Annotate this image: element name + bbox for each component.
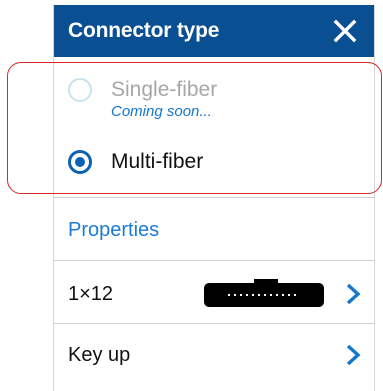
multi-fiber-label: Multi-fiber xyxy=(111,150,204,173)
fiber-count-label: 1×12 xyxy=(68,282,114,305)
mpo-connector-icon xyxy=(204,279,324,307)
section-divider xyxy=(54,197,374,198)
property-row-key[interactable]: Key up xyxy=(54,327,374,383)
close-icon xyxy=(333,19,357,43)
option-single-fiber[interactable]: Single-fiber Coming soon... xyxy=(68,78,217,120)
chevron-right-icon xyxy=(346,344,361,366)
multi-fiber-radio[interactable] xyxy=(68,150,92,174)
properties-title: Properties xyxy=(68,219,160,241)
panel-title: Connector type xyxy=(68,19,220,42)
chevron-right-icon xyxy=(346,283,361,305)
close-button[interactable] xyxy=(332,18,358,44)
connector-type-panel: Connector type Single-fiber Coming soon.… xyxy=(53,5,375,391)
option-multi-fiber[interactable]: Multi-fiber xyxy=(68,150,203,174)
single-fiber-radio[interactable] xyxy=(68,78,92,102)
screen: Connector type Single-fiber Coming soon.… xyxy=(0,0,383,391)
key-orientation-label: Key up xyxy=(68,343,131,366)
multi-fiber-text: Multi-fiber xyxy=(111,150,203,174)
property-divider xyxy=(54,323,374,324)
single-fiber-text: Single-fiber Coming soon... xyxy=(111,78,217,120)
property-row-fiber-count[interactable]: 1×12 xyxy=(54,266,374,322)
single-fiber-label: Single-fiber xyxy=(111,78,218,101)
panel-header: Connector type xyxy=(54,5,374,57)
properties-divider xyxy=(54,260,374,261)
coming-soon-note: Coming soon... xyxy=(111,103,212,120)
